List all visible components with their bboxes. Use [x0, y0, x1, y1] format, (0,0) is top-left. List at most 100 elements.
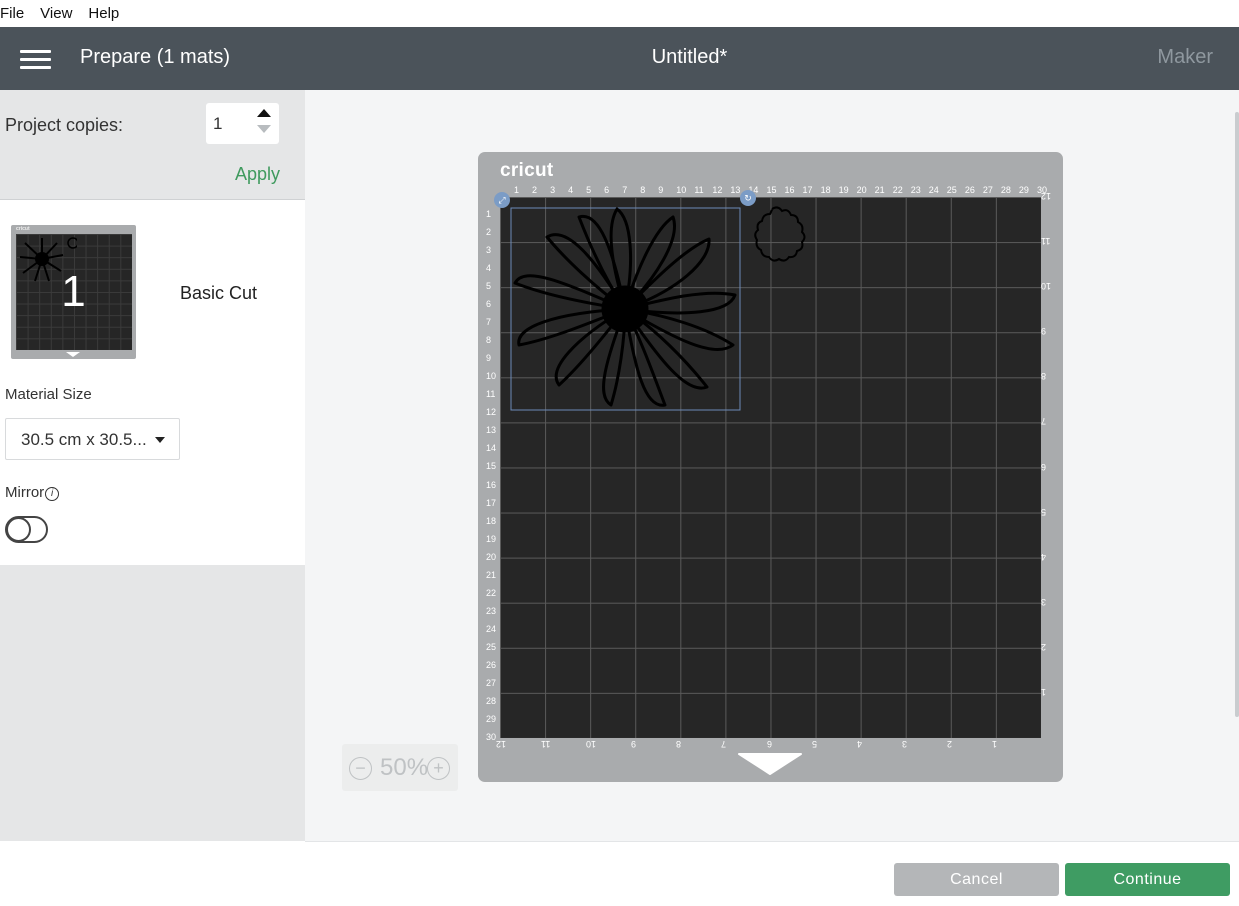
footer-bar: Cancel Continue: [305, 841, 1239, 906]
ruler-top-tick: 22: [892, 185, 903, 195]
ruler-left-tick: 28: [486, 695, 497, 706]
ruler-top-tick: 12: [712, 185, 723, 195]
ruler-bottom-tick: 7: [721, 739, 727, 749]
ruler-left-tick: 30: [486, 731, 497, 742]
project-copies-stepper[interactable]: 1: [206, 103, 279, 144]
ruler-left-tick: 9: [486, 353, 492, 364]
ruler-top-tick: 20: [856, 185, 867, 195]
ruler-left-tick: 10: [486, 371, 497, 382]
cancel-button[interactable]: Cancel: [894, 863, 1059, 896]
ruler-left-tick: 12: [486, 407, 497, 418]
machine-selector[interactable]: Maker: [1157, 46, 1213, 69]
ruler-right-tick: 9: [1041, 326, 1047, 337]
menu-file[interactable]: File: [0, 5, 32, 22]
resize-handle-icon[interactable]: ⤢: [494, 192, 510, 208]
continue-button[interactable]: Continue: [1065, 863, 1230, 896]
ruler-left-tick: 20: [486, 551, 497, 562]
menu-view[interactable]: View: [40, 5, 80, 22]
ruler-right: 12 11 10 9 8 7 6 5 4 3 2 1: [1041, 191, 1055, 738]
chevron-down-icon: [155, 437, 165, 443]
ruler-left-tick: 25: [486, 641, 497, 652]
ruler-left-tick: 27: [486, 677, 497, 688]
rotate-handle-icon[interactable]: ↻: [740, 190, 756, 206]
ruler-right-tick: 1: [1041, 686, 1047, 697]
menu-help[interactable]: Help: [88, 5, 127, 22]
ruler-top-tick: 15: [766, 185, 777, 195]
ruler-top-tick: 23: [910, 185, 921, 195]
ruler-top-tick: 18: [820, 185, 831, 195]
ruler-left-tick: 11: [486, 389, 496, 400]
thumb-arrow-icon: [66, 352, 80, 357]
large-flower-image: [513, 207, 737, 407]
ruler-top: 1 2 3 4 5 6 7 8 9 10 11 12 13 14 15 16 17 18 19 20 21 22 23 24 2…: [500, 185, 1047, 197]
ruler-top-tick: 7: [622, 185, 628, 195]
ruler-left-tick: 3: [486, 245, 492, 256]
ruler-top-tick: 4: [568, 185, 574, 195]
ruler-left-tick: 14: [486, 443, 497, 454]
ruler-right-tick: 10: [1041, 281, 1052, 292]
ruler-bottom-tick: 3: [901, 739, 907, 749]
toggle-knob: [6, 517, 31, 542]
material-size-value: 30.5 cm x 30.5...: [21, 430, 147, 449]
ruler-bottom-tick: 11: [541, 739, 551, 749]
ruler-top-tick: 1: [514, 185, 520, 195]
copies-panel: Project copies: 1 Apply: [0, 90, 305, 200]
document-title: Untitled*: [651, 46, 728, 68]
ruler-bottom-tick: 4: [856, 739, 862, 749]
stepper-up-icon[interactable]: [257, 109, 271, 117]
mirror-label-text: Mirror: [5, 484, 45, 501]
material-size-label: Material Size: [5, 386, 92, 403]
ruler-top-tick: 10: [676, 185, 687, 195]
ruler-top-tick: 13: [730, 185, 741, 195]
ruler-left-tick: 7: [486, 317, 492, 328]
ruler-left-tick: 23: [486, 605, 497, 616]
apply-button[interactable]: Apply: [235, 164, 280, 185]
ruler-bottom-tick: 8: [676, 739, 682, 749]
zoom-out-button[interactable]: −: [349, 757, 372, 780]
ruler-bottom-tick: 6: [766, 739, 772, 749]
ruler-left: 1 2 3 4 5 6 7 8 9 10 11 12 13 14 15 16 17 18 19 20 21 22 23 24 2…: [486, 197, 500, 742]
ruler-left-tick: 15: [486, 461, 497, 472]
project-copies-input[interactable]: 1: [213, 114, 222, 134]
mat-grid: [500, 197, 1041, 738]
stepper-down-icon[interactable]: [257, 125, 271, 133]
ruler-right-tick: 5: [1041, 506, 1047, 517]
mat-options-panel: cricut 1 Basic Cut Material Size 30.5 cm…: [0, 200, 305, 565]
cutting-mat: cricut 1 2 3 4 5 6 7 8 9 10 11 12 13 14 15 16 17 18 19 20 21…: [478, 152, 1063, 782]
mat-thumbnail[interactable]: cricut 1: [11, 225, 136, 359]
zoom-control: − 50% +: [342, 744, 458, 791]
ruler-right-tick: 11: [1041, 236, 1051, 247]
ruler-left-tick: 13: [486, 425, 497, 436]
mirror-label: Mirror i: [5, 484, 60, 501]
material-size-select[interactable]: 30.5 cm x 30.5...: [5, 418, 180, 460]
mat-number: 1: [61, 267, 86, 316]
zoom-in-button[interactable]: +: [427, 757, 450, 780]
ruler-top-tick: 5: [586, 185, 592, 195]
ruler-top-tick: 6: [604, 185, 610, 195]
info-icon[interactable]: i: [45, 487, 60, 501]
vertical-scrollbar[interactable]: [1235, 112, 1239, 717]
mat-canvas[interactable]: cricut 1 2 3 4 5 6 7 8 9 10 11 12 13 14 15 16 17 18 19 20 21…: [305, 90, 1239, 841]
ruler-bottom-tick: 10: [586, 739, 597, 749]
cut-type-label: Basic Cut: [180, 283, 258, 303]
ruler-top-tick: 2: [532, 185, 538, 195]
zoom-level: 50%: [380, 754, 429, 781]
ruler-left-tick: 24: [486, 623, 497, 634]
ruler-left-tick: 1: [486, 209, 492, 219]
ruler-left-tick: 26: [486, 659, 497, 670]
ruler-right-tick: 3: [1041, 596, 1047, 607]
ruler-right-tick: 12: [1041, 191, 1052, 201]
ruler-top-tick: 8: [640, 185, 646, 195]
ruler-top-tick: 21: [874, 185, 885, 195]
menu-bar: File View Help: [0, 0, 1239, 27]
mirror-toggle[interactable]: [5, 516, 48, 543]
ruler-left-tick: 5: [486, 281, 492, 292]
ruler-left-tick: 17: [486, 497, 497, 508]
ruler-bottom-tick: 9: [631, 739, 637, 749]
ruler-top-tick: 17: [802, 185, 813, 195]
ruler-right-tick: 6: [1041, 461, 1047, 472]
left-panel-footer: [0, 841, 305, 906]
ruler-left-tick: 21: [486, 569, 497, 580]
mat-down-arrow-icon: [738, 753, 802, 775]
ruler-bottom-tick: 1: [991, 739, 997, 749]
